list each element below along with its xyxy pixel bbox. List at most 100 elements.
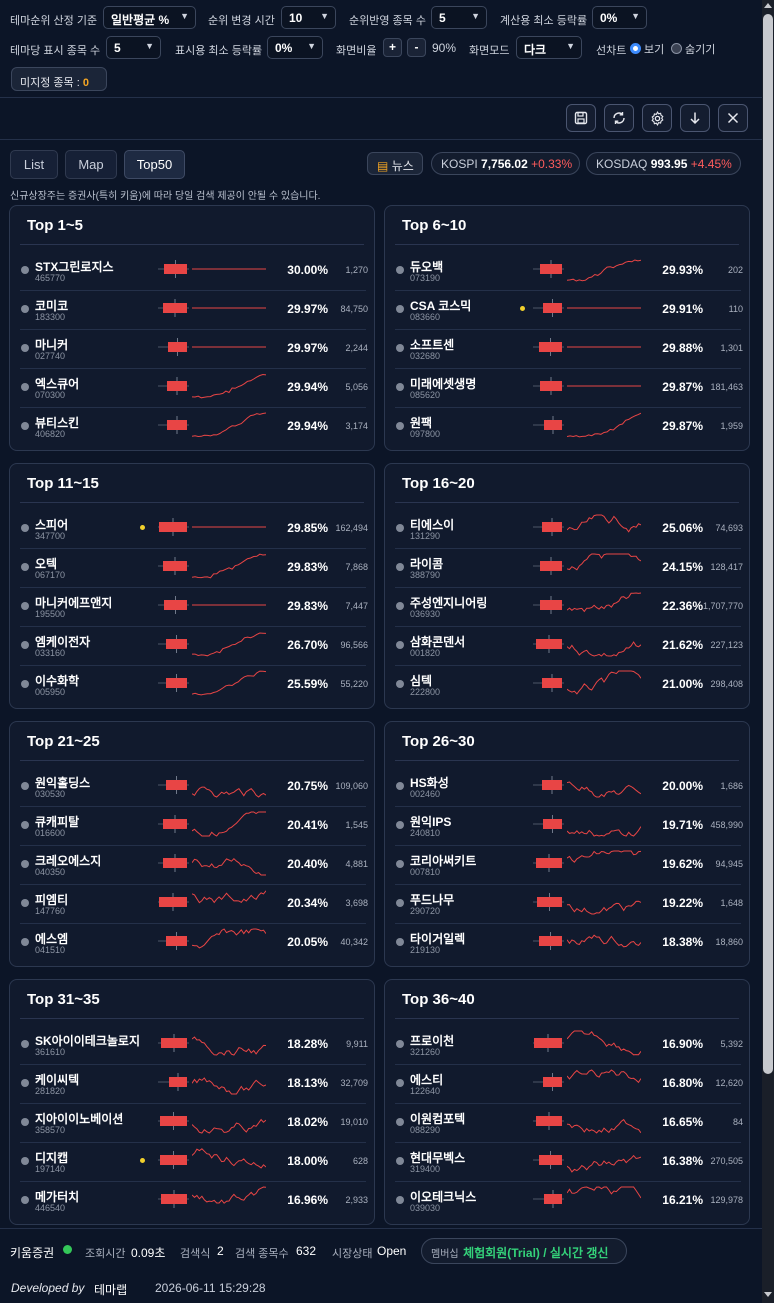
stock-row[interactable]: 원익IPS 240810 19.71% 458,990 bbox=[395, 807, 743, 846]
sparkline-chart bbox=[192, 1118, 266, 1134]
rank-items-select[interactable]: 5 ▼ bbox=[431, 6, 487, 29]
stock-row[interactable]: 엑스큐어 070300 29.94% 5,056 bbox=[20, 369, 368, 408]
stock-row[interactable]: 오텍 067170 29.83% 7,868 bbox=[20, 549, 368, 588]
rank-change-value: 10 bbox=[289, 11, 303, 25]
volume: 202 bbox=[727, 265, 743, 275]
stock-row[interactable]: 엠케이전자 033160 26.70% 96,566 bbox=[20, 627, 368, 666]
zoom-out-button[interactable]: - bbox=[407, 38, 426, 57]
stock-row[interactable]: 삼화콘덴서 001820 21.62% 227,123 bbox=[395, 627, 743, 666]
stock-code: 097800 bbox=[410, 429, 441, 439]
display-min-select[interactable]: 0% ▼ bbox=[267, 36, 323, 59]
rank-panel: Top 11~15 스피어 347700 29.85% 162,494 오텍 067170 2… bbox=[9, 463, 375, 709]
download-button[interactable] bbox=[680, 104, 710, 132]
volume: 84 bbox=[732, 1117, 743, 1127]
change-percent: 21.00% bbox=[662, 677, 703, 691]
stock-row[interactable]: 타이거일렉 219130 18.38% 18,860 bbox=[395, 924, 743, 963]
stock-row[interactable]: 원팩 097800 29.87% 1,959 bbox=[395, 408, 743, 447]
stock-row[interactable]: 스피어 347700 29.85% 162,494 bbox=[20, 510, 368, 549]
screen-mode-select[interactable]: 다크 ▼ bbox=[516, 36, 582, 59]
sparkline-chart bbox=[567, 412, 641, 438]
stock-row[interactable]: 듀오백 073190 29.93% 202 bbox=[395, 252, 743, 291]
status-dot-icon bbox=[396, 1118, 404, 1126]
new-listing-icon bbox=[140, 525, 145, 530]
close-button[interactable] bbox=[718, 104, 748, 132]
volume: 270,505 bbox=[710, 1156, 743, 1166]
tab-map[interactable]: Map bbox=[65, 150, 117, 179]
chevron-down-icon: ▼ bbox=[566, 41, 575, 51]
stock-row[interactable]: 심텍 222800 21.00% 298,408 bbox=[395, 666, 743, 705]
zoom-in-button[interactable]: + bbox=[383, 38, 402, 57]
status-dot-icon bbox=[21, 782, 29, 790]
sparkline-chart bbox=[192, 632, 266, 657]
stock-row[interactable]: 피엠티 147760 20.34% 3,698 bbox=[20, 885, 368, 924]
volume: 12,620 bbox=[715, 1078, 743, 1088]
stock-row[interactable]: 소프트센 032680 29.88% 1,301 bbox=[395, 330, 743, 369]
stock-row[interactable]: 원익홀딩스 030530 20.75% 109,060 bbox=[20, 768, 368, 807]
stock-row[interactable]: 에스티 122640 16.80% 12,620 bbox=[395, 1065, 743, 1104]
stock-row[interactable]: HS화성 002460 20.00% 1,686 bbox=[395, 768, 743, 807]
news-button[interactable]: ▤ 뉴스 bbox=[367, 152, 423, 175]
change-percent: 19.71% bbox=[662, 818, 703, 832]
membership-label: 멤버십 bbox=[431, 1249, 459, 1260]
stock-row[interactable]: 크레오에스지 040350 20.40% 4,881 bbox=[20, 846, 368, 885]
stock-row[interactable]: 케이씨텍 281820 18.13% 32,709 bbox=[20, 1065, 368, 1104]
zoom-value: 90% bbox=[432, 41, 457, 55]
status-dot-icon bbox=[21, 938, 29, 946]
volume: 298,408 bbox=[710, 679, 743, 689]
tab-top50[interactable]: Top50 bbox=[124, 150, 185, 179]
stock-row[interactable]: 푸드나무 290720 19.22% 1,648 bbox=[395, 885, 743, 924]
stock-row[interactable]: 이원컴포텍 088290 16.65% 84 bbox=[395, 1104, 743, 1143]
radio-show[interactable]: 보기 bbox=[630, 41, 664, 57]
rank-panel: Top 21~25 원익홀딩스 030530 20.75% 109,060 큐캐피탈 016… bbox=[9, 721, 375, 967]
stock-row[interactable]: 큐캐피탈 016600 20.41% 1,545 bbox=[20, 807, 368, 846]
radio-hide[interactable]: 숨기기 bbox=[671, 41, 715, 57]
status-dot-icon bbox=[21, 1157, 29, 1165]
sparkline-chart bbox=[567, 826, 641, 837]
refresh-button[interactable] bbox=[604, 104, 634, 132]
stock-row[interactable]: 주성엔지니어링 036930 22.36% 1,707,770 bbox=[395, 588, 743, 627]
calc-min-select[interactable]: 0% ▼ bbox=[592, 6, 647, 29]
volume: 109,060 bbox=[335, 781, 368, 791]
volume: 110 bbox=[728, 304, 743, 314]
stock-row[interactable]: 뷰티스킨 406820 29.94% 3,174 bbox=[20, 408, 368, 447]
stock-row[interactable]: 디지캡 197140 18.00% 628 bbox=[20, 1143, 368, 1182]
candle-chart bbox=[533, 518, 564, 536]
scroll-down-icon[interactable] bbox=[764, 1292, 772, 1297]
stock-code: 005950 bbox=[35, 687, 66, 697]
status-dot-icon bbox=[396, 602, 404, 610]
rank-change-select[interactable]: 10 ▼ bbox=[281, 6, 336, 29]
stock-row[interactable]: 마니커 027740 29.97% 2,244 bbox=[20, 330, 368, 369]
change-percent: 29.97% bbox=[287, 302, 328, 316]
scrollbar[interactable] bbox=[762, 0, 774, 1303]
stock-row[interactable]: 마니커에프앤지 195500 29.83% 7,447 bbox=[20, 588, 368, 627]
scroll-up-icon[interactable] bbox=[764, 3, 772, 8]
stock-row[interactable]: 현대무벡스 319400 16.38% 270,505 bbox=[395, 1143, 743, 1182]
kospi-change: +0.33% bbox=[531, 157, 573, 171]
tab-list[interactable]: List bbox=[10, 150, 58, 179]
stock-row[interactable]: 미래에셋생명 085620 29.87% 181,463 bbox=[395, 369, 743, 408]
stock-row[interactable]: STX그린로지스 465770 30.00% 1,270 bbox=[20, 252, 368, 291]
rank-basis-select[interactable]: 일반평균 % ▼ bbox=[103, 6, 196, 29]
stock-code: 197140 bbox=[35, 1164, 66, 1174]
sparkline-chart bbox=[192, 1036, 266, 1056]
search-items-value: 632 bbox=[296, 1244, 317, 1258]
stock-row[interactable]: CSA 코스믹 083660 29.91% 110 bbox=[395, 291, 743, 330]
stock-row[interactable]: 코미코 183300 29.97% 84,750 bbox=[20, 291, 368, 330]
stock-row[interactable]: 지아이이노베이션 358570 18.02% 19,010 bbox=[20, 1104, 368, 1143]
stock-row[interactable]: 프로이천 321260 16.90% 5,392 bbox=[395, 1026, 743, 1065]
stock-row[interactable]: 코리아써키트 007810 19.62% 94,945 bbox=[395, 846, 743, 885]
stock-row[interactable]: 라이콤 388790 24.15% 128,417 bbox=[395, 549, 743, 588]
theme-items-select[interactable]: 5 ▼ bbox=[106, 36, 161, 59]
save-button[interactable] bbox=[566, 104, 596, 132]
stock-row[interactable]: 티에스이 131290 25.06% 74,693 bbox=[395, 510, 743, 549]
stock-row[interactable]: 메가터치 446540 16.96% 2,933 bbox=[20, 1182, 368, 1221]
unassigned-badge[interactable]: 미지정 종목 : 0 bbox=[11, 67, 107, 91]
sparkline-chart bbox=[192, 526, 266, 528]
settings-button[interactable] bbox=[642, 104, 672, 132]
scrollbar-thumb[interactable] bbox=[763, 14, 773, 1074]
stock-row[interactable]: 이오테크닉스 039030 16.21% 129,978 bbox=[395, 1182, 743, 1221]
stock-row[interactable]: 에스엠 041510 20.05% 40,342 bbox=[20, 924, 368, 963]
stock-row[interactable]: 이수화학 005950 25.59% 55,220 bbox=[20, 666, 368, 705]
status-dot-icon bbox=[396, 1157, 404, 1165]
stock-row[interactable]: SK아이이테크놀로지 361610 18.28% 9,911 bbox=[20, 1026, 368, 1065]
